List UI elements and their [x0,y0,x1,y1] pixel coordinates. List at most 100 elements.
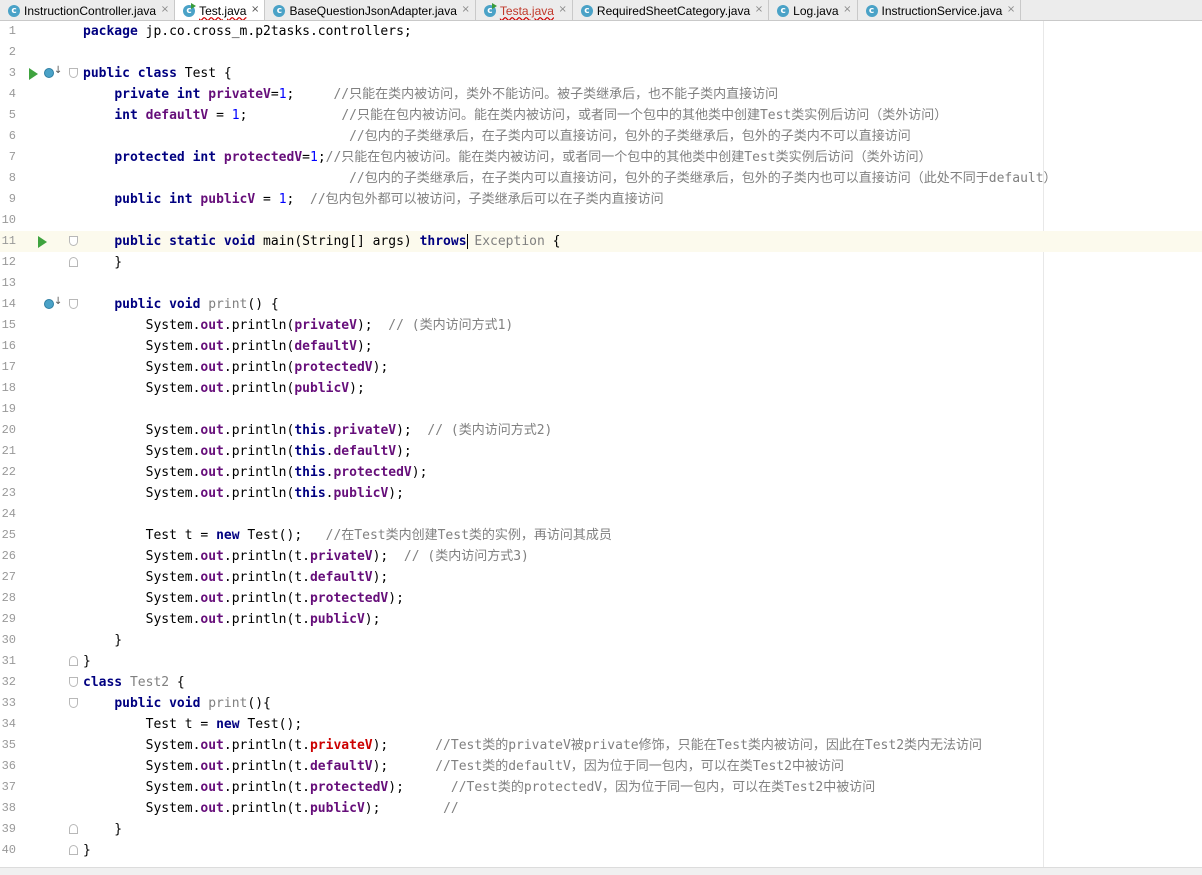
code-line[interactable]: 16 System.out.println(defaultV); [0,336,1202,357]
implements-method-icon[interactable] [44,68,54,78]
code-line[interactable]: 25 Test t = new Test(); //在Test类内创建Test类… [0,525,1202,546]
code-line[interactable]: 26 System.out.println(t.privateV); // (类… [0,546,1202,567]
code-field: out [200,486,224,501]
code-token: Exception [474,234,545,249]
fold-end-icon[interactable] [69,257,78,267]
code-number: 1 [278,87,287,102]
code-line[interactable]: 19 [0,399,1202,420]
code-line[interactable]: 22 System.out.println(this.protectedV); [0,462,1202,483]
code-line[interactable]: 1 package jp.co.cross_m.p2tasks.controlle… [0,21,1202,42]
class-icon: c [580,4,593,17]
code-line[interactable]: 32 class Test2 { [0,672,1202,693]
code-text: Test t = new Test(); [83,714,303,735]
fold-end-icon[interactable] [69,656,78,666]
class-icon: c [777,4,790,17]
editor-tab[interactable]: c BaseQuestionJsonAdapter.java × [265,0,476,20]
code-line[interactable]: 40} [0,840,1202,861]
fold-collapse-icon[interactable] [69,698,78,708]
code-line[interactable]: 15 System.out.println(privateV); // (类内访… [0,315,1202,336]
run-icon[interactable] [38,236,47,248]
close-tab-icon[interactable]: × [843,4,851,16]
close-tab-icon[interactable]: × [1007,4,1015,16]
code-line[interactable]: 9 public int publicV = 1; //包内包外都可以被访问，子… [0,189,1202,210]
implements-method-icon[interactable] [44,299,54,309]
code-text: } [83,819,122,840]
code-keyword: this [294,486,326,501]
code-line[interactable]: 35 System.out.println(t.privateV); //Tes… [0,735,1202,756]
code-line[interactable]: 10 [0,210,1202,231]
editor-tab[interactable]: c Test.java × [175,0,266,20]
code-line[interactable]: 14 ↓ public void print() { [0,294,1202,315]
code-text: System.out.println(this.publicV); [83,483,404,504]
close-tab-icon[interactable]: × [559,4,567,16]
code-line[interactable]: 27 System.out.println(t.defaultV); [0,567,1202,588]
code-line[interactable]: 24 [0,504,1202,525]
code-line[interactable]: 12 } [0,252,1202,273]
line-number: 40 [1,843,16,857]
close-tab-icon[interactable]: × [462,4,470,16]
code-line[interactable]: 13 [0,273,1202,294]
code-line[interactable]: 17 System.out.println(protectedV); [0,357,1202,378]
tab-label: Test.java [199,3,247,18]
code-comment: // (类内访问方式1) [388,318,514,333]
code-line[interactable]: 6 //包内的子类继承后，在子类内可以直接访问，包外的子类继承后，包外的子类内不… [0,126,1202,147]
run-icon[interactable] [29,68,38,80]
code-line[interactable]: 29 System.out.println(t.publicV); [0,609,1202,630]
code-line[interactable]: 28 System.out.println(t.protectedV); [0,588,1202,609]
code-line[interactable]: 11 public static void main(String[] args… [0,231,1202,252]
code-line[interactable]: 2 [0,42,1202,63]
code-text: package jp.co.cross_m.p2tasks.controller… [83,21,412,42]
code-keyword: private int [114,87,201,102]
code-line[interactable]: 4 private int privateV=1; //只能在类内被访问，类外不… [0,84,1202,105]
editor-tab[interactable]: c InstructionController.java × [0,0,176,20]
code-token: ); [396,444,412,459]
code-field: privateV [333,423,397,438]
code-token: } [83,822,123,837]
code-line[interactable]: 23 System.out.println(this.publicV); [0,483,1202,504]
fold-collapse-icon[interactable] [69,299,78,309]
code-line[interactable]: 33 public void print(){ [0,693,1202,714]
editor-tab[interactable]: c RequiredSheetCategory.java × [573,0,770,20]
code-text: } [83,630,122,651]
code-line[interactable]: 34 Test t = new Test(); [0,714,1202,735]
code-field: defaultV [309,570,373,585]
code-field: defaultV [309,759,373,774]
code-line[interactable]: 18 System.out.println(publicV); [0,378,1202,399]
close-tab-icon[interactable]: × [755,4,763,16]
code-line[interactable]: 21 System.out.println(this.defaultV); [0,441,1202,462]
fold-collapse-icon[interactable] [69,236,78,246]
code-token: .println(t. [223,759,310,774]
code-line[interactable]: 30 } [0,630,1202,651]
tab-label: InstructionService.java [881,3,1003,18]
editor-tab[interactable]: c Testa.java × [476,0,573,20]
code-line[interactable]: 39 } [0,819,1202,840]
code-line[interactable]: 31} [0,651,1202,672]
down-arrow-icon: ↓ [54,296,63,307]
close-tab-icon[interactable]: × [251,4,259,16]
fold-collapse-icon[interactable] [69,68,78,78]
code-line[interactable]: 20 System.out.println(this.privateV); //… [0,420,1202,441]
code-field: privateV [294,318,357,333]
code-token: .println( [223,444,295,459]
code-keyword: public class [83,66,177,81]
editor-tab[interactable]: c InstructionService.java × [858,0,1022,20]
code-line[interactable]: 5 int defaultV = 1; //只能在包内被访问。能在类内被访问，或… [0,105,1202,126]
code-line[interactable]: 7 protected int protectedV=1;//只能在包内被访问。… [0,147,1202,168]
horizontal-scrollbar[interactable] [0,867,1202,875]
code-keyword: new [216,528,240,543]
fold-end-icon[interactable] [69,845,78,855]
code-line[interactable]: 36 System.out.println(t.defaultV); //Tes… [0,756,1202,777]
fold-collapse-icon[interactable] [69,677,78,687]
code-editor[interactable]: 1 package jp.co.cross_m.p2tasks.controlle… [0,21,1202,867]
editor-tab[interactable]: c Log.java × [769,0,858,20]
code-line[interactable]: 38 System.out.println(t.publicV); // [0,798,1202,819]
fold-end-icon[interactable] [69,824,78,834]
code-token: ); [372,759,436,774]
code-token: ); [372,360,389,375]
code-line[interactable]: 3 ↓ public class Test { [0,63,1202,84]
code-line[interactable]: 37 System.out.println(t.protectedV); //T… [0,777,1202,798]
close-tab-icon[interactable]: × [161,4,169,16]
code-line[interactable]: 8 //包内的子类继承后，在子类内可以直接访问，包外的子类继承后，包外的子类内也… [0,168,1202,189]
code-keyword: new [216,717,240,732]
code-token: System. [83,570,201,585]
